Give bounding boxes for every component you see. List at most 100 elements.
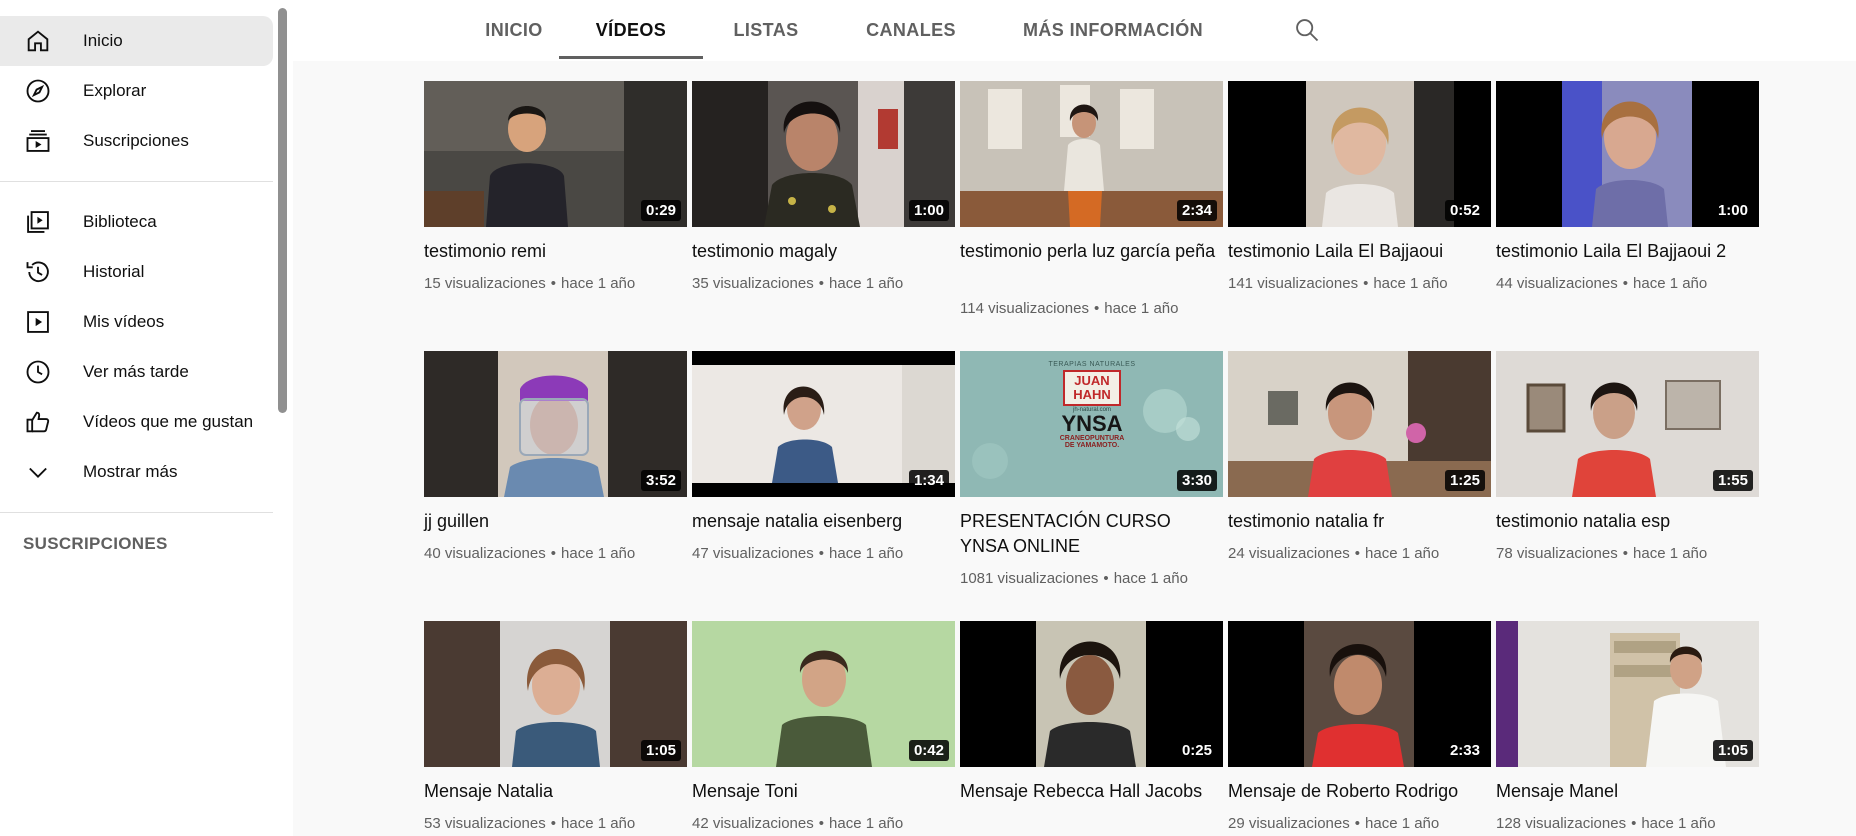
view-count: 15 visualizaciones [424,275,546,292]
duration-badge: 1:05 [640,740,681,761]
video-title[interactable]: testimonio natalia esp [1496,509,1759,534]
video-meta: 29 visualizaciones • hace 1 año [1228,815,1491,832]
poster-logo-line: JUAN [1074,373,1110,388]
sidebar-divider [0,512,273,513]
duration-badge: 1:00 [908,200,949,221]
poster-line: CRANEOPUNTURA [1059,435,1125,442]
video-title[interactable]: testimonio remi [424,239,687,264]
tab-listas[interactable]: LISTAS [707,0,825,61]
video-thumbnail[interactable]: 1:25 [1228,351,1491,497]
video-meta: 24 visualizaciones • hace 1 año [1228,545,1491,562]
video-meta: 114 visualizaciones • hace 1 año [960,300,1223,317]
upload-age: hace 1 año [1104,300,1179,317]
sidebar-item-suscripciones[interactable]: Suscripciones [0,116,273,166]
view-count: 114 visualizaciones [960,300,1089,317]
sidebar-item-videos-que-me-gustan[interactable]: Vídeos que me gustan [0,397,273,447]
sidebar-item-biblioteca[interactable]: Biblioteca [0,197,273,247]
tab-canales[interactable]: CANALES [839,0,983,61]
duration-badge: 1:05 [1712,740,1753,761]
sidebar-item-label: Vídeos que me gustan [83,412,254,431]
video-title[interactable]: mensaje natalia eisenberg [692,509,955,534]
video-thumbnail[interactable]: 3:52 [424,351,687,497]
video-thumbnail[interactable]: 0:42 [692,621,955,767]
video-title[interactable]: Mensaje Natalia [424,779,687,804]
duration-badge: 0:25 [1176,740,1217,761]
tab-inicio[interactable]: INICIO [464,0,564,61]
thumbs-up-icon [24,408,52,436]
video-title[interactable]: Mensaje Manel [1496,779,1759,804]
video-thumbnail[interactable]: 2:34 [960,81,1223,227]
sidebar-item-label: Explorar [83,81,147,100]
view-count: 29 visualizaciones [1228,815,1350,832]
video-thumbnail[interactable]: 1:05 [424,621,687,767]
view-count: 53 visualizaciones [424,815,546,832]
video-thumbnail[interactable]: 0:52 [1228,81,1491,227]
sidebar-item-mis-videos[interactable]: Mis vídeos [0,297,273,347]
video-thumbnail[interactable]: 0:25 [960,621,1223,767]
video-meta: 141 visualizaciones • hace 1 año [1228,275,1491,292]
meta-separator: • [1622,275,1629,292]
tab-mas-informacion[interactable]: MÁS INFORMACIÓN [1003,0,1223,61]
sidebar-item-ver-mas-tarde[interactable]: Ver más tarde [0,347,273,397]
meta-separator: • [1103,570,1109,587]
video-thumbnail[interactable]: 1:55 [1496,351,1759,497]
video-meta: 44 visualizaciones • hace 1 año [1496,275,1759,292]
upload-age: hace 1 año [561,815,636,832]
video-thumbnail[interactable]: 2:33 [1228,621,1491,767]
meta-separator: • [550,815,557,832]
upload-age: hace 1 año [1365,815,1440,832]
video-title[interactable]: Mensaje Rebecca Hall Jacobs [960,779,1223,804]
sidebar-scrollbar[interactable] [278,8,287,413]
search-icon[interactable] [1293,16,1321,44]
video-title[interactable]: PRESENTACIÓN CURSO YNSA ONLINE [960,509,1223,559]
subscriptions-icon [24,127,52,155]
video-title[interactable]: Mensaje Toni [692,779,955,804]
video-title[interactable]: testimonio perla luz garcía peña [960,239,1223,264]
video-thumbnail[interactable]: 1:05 [1496,621,1759,767]
video-title[interactable]: testimonio magaly [692,239,955,264]
upload-age: hace 1 año [561,275,636,292]
video-thumbnail[interactable]: 1:00 [1496,81,1759,227]
duration-badge: 0:29 [640,200,681,221]
sidebar-item-mostrar-mas[interactable]: Mostrar más [0,447,273,497]
upload-age: hace 1 año [829,545,904,562]
video-thumbnail[interactable]: 1:00 [692,81,955,227]
chevron-down-icon [24,458,52,486]
sidebar-item-explorar[interactable]: Explorar [0,66,273,116]
sidebar-section-title: SUSCRIPCIONES [23,534,168,553]
video-meta: 128 visualizaciones • hace 1 año [1496,815,1759,832]
sidebar-item-inicio[interactable]: Inicio [0,16,273,66]
meta-separator: • [1622,545,1629,562]
upload-age: hace 1 año [1113,570,1188,587]
meta-separator: • [1354,815,1361,832]
poster-subtitle: TERAPIAS NATURALES [1048,361,1136,368]
tab-videos[interactable]: VÍDEOS [559,0,703,61]
view-count: 24 visualizaciones [1228,545,1350,562]
sidebar-item-label: Inicio [83,31,123,50]
video-meta: 53 visualizaciones • hace 1 año [424,815,687,832]
video-meta: 15 visualizaciones • hace 1 año [424,275,687,292]
video-title[interactable]: Mensaje de Roberto Rodrigo [1228,779,1491,804]
duration-badge: 1:25 [1444,470,1485,491]
upload-age: hace 1 año [1365,545,1440,562]
view-count: 40 visualizaciones [424,545,546,562]
video-thumbnail[interactable]: 0:29 [424,81,687,227]
meta-separator: • [550,545,557,562]
clock-icon [24,358,52,386]
meta-separator: • [818,545,825,562]
view-count: 78 visualizaciones [1496,545,1618,562]
video-meta: 35 visualizaciones • hace 1 año [692,275,955,292]
sidebar-item-historial[interactable]: Historial [0,247,273,297]
video-thumbnail[interactable]: 1:34 [692,351,955,497]
video-title[interactable]: testimonio Laila El Bajjaoui 2 [1496,239,1759,264]
channel-tabs: INICIO VÍDEOS LISTAS CANALES MÁS INFORMA… [293,0,1856,61]
sidebar-item-label: Biblioteca [83,212,157,231]
video-title[interactable]: jj guillen [424,509,687,534]
upload-age: hace 1 año [1641,815,1716,832]
video-thumbnail[interactable]: TERAPIAS NATURALES JUAN HAHN jh-natural.… [960,351,1223,497]
poster-line: DE YAMAMOTO. [1064,442,1120,449]
sidebar-item-label: Ver más tarde [83,362,189,381]
video-title[interactable]: testimonio natalia fr [1228,509,1491,534]
upload-age: hace 1 año [829,275,904,292]
video-title[interactable]: testimonio Laila El Bajjaoui [1228,239,1491,264]
